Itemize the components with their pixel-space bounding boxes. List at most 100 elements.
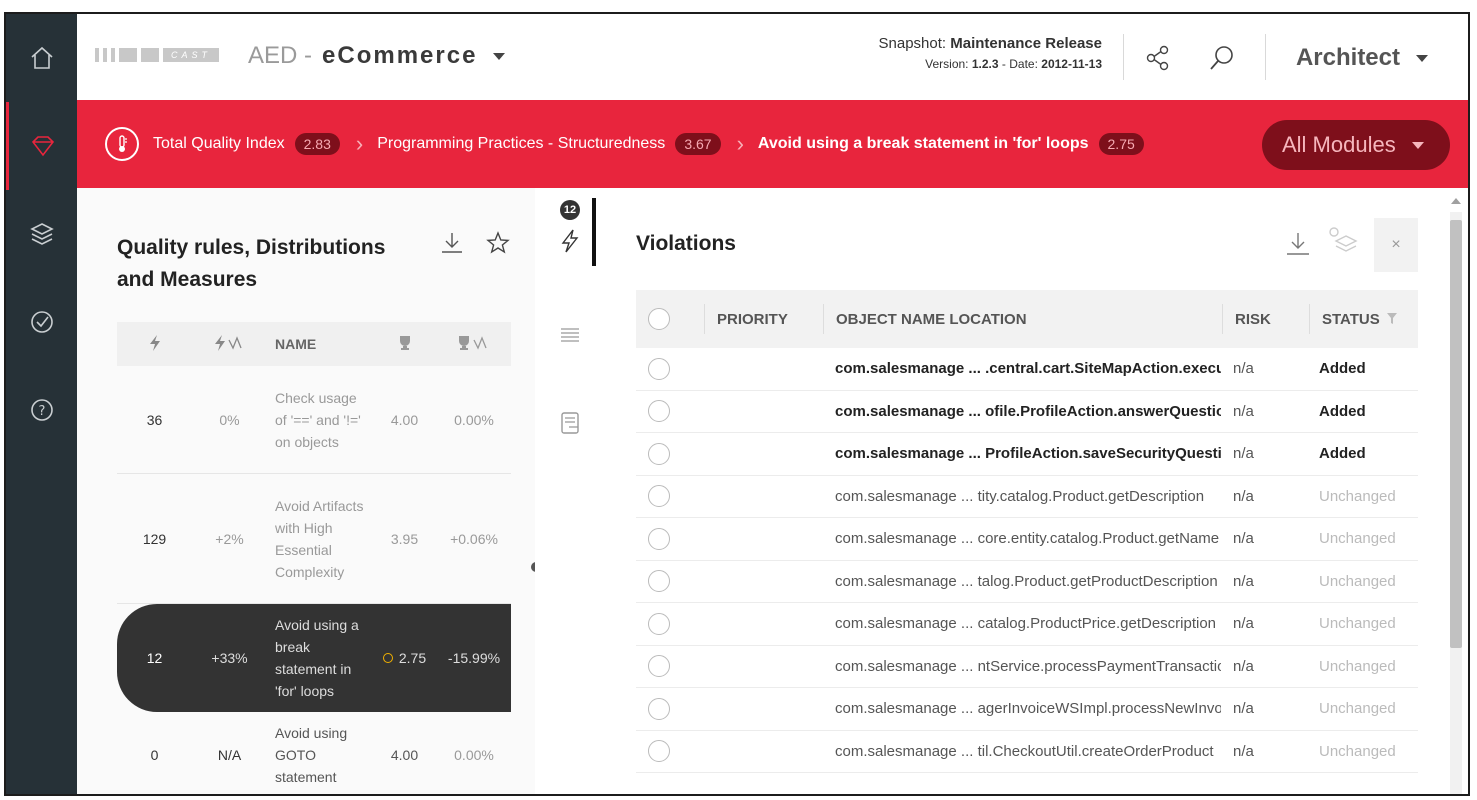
top-header: CAST AED - eCommerce Snapshot: Maintenan… [77, 14, 1468, 100]
layers-icon [29, 223, 54, 245]
warning-circle-icon [382, 653, 393, 663]
table-header: NAME [117, 322, 511, 366]
object-column-header[interactable]: OBJECT NAME LOCATION [824, 311, 1222, 328]
star-icon[interactable] [485, 230, 511, 256]
quality-rules-panel: Quality rules, Distributions and Measure… [77, 188, 535, 794]
home-icon [30, 46, 53, 69]
violations-panel: Violations × PRIORITY OBJECT NAME LOCATI… [610, 188, 1468, 794]
rail-home[interactable] [6, 14, 77, 102]
filter-icon[interactable] [1386, 312, 1398, 326]
snapshot-version: 1.2.3 [971, 57, 999, 71]
row-select-radio[interactable] [648, 570, 670, 593]
table-row-selected[interactable]: 12 +33% Avoid using a break statement in… [117, 604, 511, 712]
object-name[interactable]: com.salesmanage ... agerInvoiceWSImpl.pr… [823, 700, 1221, 717]
object-name[interactable]: com.salesmanage ... ntService.processPay… [823, 658, 1221, 675]
snapshot-name: Maintenance Release [950, 35, 1102, 52]
object-name[interactable]: com.salesmanage ... talog.Product.getPro… [823, 573, 1221, 590]
table-row[interactable]: com.salesmanage ... .central.cart.SiteMa… [636, 348, 1418, 391]
object-name[interactable]: com.salesmanage ... til.CheckoutUtil.cre… [823, 743, 1221, 760]
table-row[interactable]: com.salesmanage ... tity.catalog.Product… [636, 476, 1418, 518]
table-row[interactable]: com.salesmanage ... ntService.processPay… [636, 646, 1418, 688]
table-header: PRIORITY OBJECT NAME LOCATION RISK STATU… [636, 290, 1418, 348]
table-row[interactable]: com.salesmanage ... agerInvoiceWSImpl.pr… [636, 688, 1418, 731]
row-select-radio[interactable] [648, 612, 670, 635]
rail-quality[interactable] [6, 102, 77, 190]
rail-layers[interactable] [6, 190, 77, 278]
table-row[interactable]: 0 N/A Avoid using GOTO statement 4.00 0.… [117, 712, 511, 794]
chevron-down-icon [1411, 141, 1424, 149]
table-row[interactable]: 129 +2% Avoid Artifacts with High Essent… [117, 474, 511, 604]
violations-count-badge: 12 [560, 200, 580, 220]
scroll-up-arrow[interactable] [1451, 198, 1461, 204]
role-selector[interactable]: Architect [1296, 44, 1428, 72]
rail-help[interactable]: ? [6, 366, 77, 454]
object-name[interactable]: com.salesmanage ... ProfileAction.saveSe… [823, 445, 1221, 462]
breadcrumb-item-current-rule[interactable]: Avoid using a break statement in 'for' l… [758, 133, 1144, 155]
add-to-action-plan-icon[interactable] [1324, 224, 1360, 260]
status-text: Added [1319, 360, 1366, 378]
lightning-trend-icon [214, 334, 242, 351]
row-select-radio[interactable] [648, 485, 670, 508]
table-row[interactable]: com.salesmanage ... catalog.ProductPrice… [636, 603, 1418, 646]
breadcrumb-item-tqi[interactable]: Total Quality Index 2.83 [153, 133, 340, 155]
row-select-radio[interactable] [648, 740, 670, 763]
status-text: Unchanged [1319, 530, 1396, 548]
scroll-thumb[interactable] [1450, 220, 1462, 648]
app-window: ? CAST AED - eCommerce Snapshot: Mainten… [4, 12, 1470, 796]
download-icon[interactable] [1284, 230, 1312, 258]
diamond-icon [31, 136, 55, 157]
object-name[interactable]: com.salesmanage ... core.entity.catalog.… [823, 530, 1221, 547]
list-icon[interactable] [557, 322, 583, 348]
close-button[interactable]: × [1374, 218, 1418, 272]
app-prefix: AED - [248, 42, 313, 69]
trophy-icon [399, 335, 410, 350]
lightning-icon [149, 334, 160, 351]
document-icon[interactable] [557, 410, 583, 436]
modules-dropdown[interactable]: All Modules [1262, 120, 1450, 170]
status-text: Unchanged [1319, 657, 1396, 675]
cast-logo: CAST [95, 48, 220, 62]
lightning-icon[interactable] [557, 228, 583, 254]
grade-column-header[interactable] [372, 334, 437, 355]
vertical-scrollbar[interactable] [1448, 194, 1464, 794]
row-select-radio[interactable] [648, 357, 670, 380]
object-name[interactable]: com.salesmanage ... catalog.ProductPrice… [823, 615, 1221, 632]
object-name[interactable]: com.salesmanage ... ofile.ProfileAction.… [823, 403, 1221, 420]
priority-column-header[interactable]: PRIORITY [705, 311, 823, 328]
snapshot-info[interactable]: Snapshot: Maintenance Release Version: 1… [879, 35, 1102, 71]
select-all-radio[interactable] [648, 308, 670, 330]
name-column-header[interactable]: NAME [267, 333, 372, 355]
row-select-radio[interactable] [648, 442, 670, 465]
violations-column-header[interactable] [117, 334, 192, 355]
table-row[interactable]: com.salesmanage ... ofile.ProfileAction.… [636, 391, 1418, 433]
table-row[interactable]: com.salesmanage ... til.CheckoutUtil.cre… [636, 731, 1418, 773]
status-column-header[interactable]: STATUS [1310, 311, 1418, 328]
row-select-radio[interactable] [648, 527, 670, 550]
row-select-radio[interactable] [648, 697, 670, 720]
breadcrumb-item-structuredness[interactable]: Programming Practices - Structuredness 3… [377, 133, 721, 155]
modules-label: All Modules [1282, 132, 1396, 157]
row-select-radio[interactable] [648, 400, 670, 423]
row-select-radio[interactable] [648, 655, 670, 678]
object-name[interactable]: com.salesmanage ... tity.catalog.Product… [823, 488, 1221, 505]
app-selector[interactable]: AED - eCommerce [248, 42, 506, 70]
table-row[interactable]: com.salesmanage ... ProfileAction.saveSe… [636, 433, 1418, 476]
share-icon[interactable] [1144, 44, 1172, 72]
table-row[interactable]: 36 0% Check usage of '==' and '!=' on ob… [117, 366, 511, 474]
svg-text:?: ? [38, 404, 45, 419]
risk-column-header[interactable]: RISK [1223, 311, 1309, 328]
active-tab-indicator [592, 198, 596, 266]
table-row[interactable]: com.salesmanage ... core.entity.catalog.… [636, 518, 1418, 561]
rail-checks[interactable] [6, 278, 77, 366]
violations-trend-column-header[interactable] [192, 334, 267, 355]
status-text: Unchanged [1319, 615, 1396, 633]
role-label: Architect [1295, 44, 1400, 71]
chevron-down-icon [1416, 54, 1428, 62]
search-icon[interactable] [1208, 44, 1236, 72]
table-row[interactable]: com.salesmanage ... talog.Product.getPro… [636, 561, 1418, 603]
score-badge: 2.75 [1098, 133, 1144, 155]
download-icon[interactable] [439, 230, 465, 256]
grade-trend-column-header[interactable] [437, 334, 511, 355]
chevron-down-icon [493, 52, 506, 60]
object-name[interactable]: com.salesmanage ... .central.cart.SiteMa… [823, 360, 1221, 377]
